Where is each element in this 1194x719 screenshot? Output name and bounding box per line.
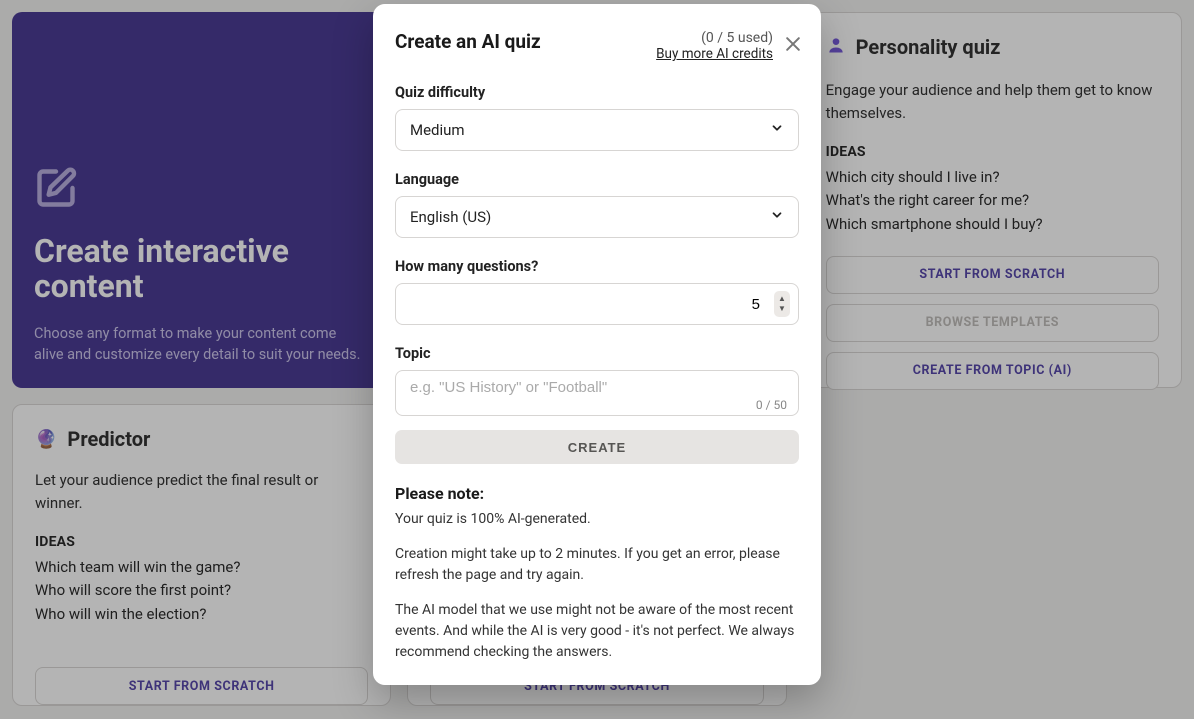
buy-credits-link[interactable]: Buy more AI credits	[656, 46, 773, 62]
language-value: English (US)	[410, 208, 491, 226]
note-paragraph: The AI model that we use might not be aw…	[395, 600, 799, 663]
questions-input[interactable]	[410, 296, 784, 313]
language-select[interactable]: English (US)	[395, 196, 799, 238]
note-paragraph: Creation might take up to 2 minutes. If …	[395, 544, 799, 586]
create-ai-quiz-modal: Create an AI quiz (0 / 5 used) Buy more …	[373, 4, 821, 685]
modal-overlay[interactable]: Create an AI quiz (0 / 5 used) Buy more …	[0, 0, 1194, 719]
modal-title: Create an AI quiz	[395, 30, 541, 53]
close-icon[interactable]	[783, 34, 803, 58]
spinner-up[interactable]: ▲	[778, 294, 786, 304]
chevron-down-icon	[770, 208, 784, 226]
credits-info: (0 / 5 used) Buy more AI credits	[656, 30, 773, 62]
note-title: Please note:	[395, 484, 799, 503]
topic-label: Topic	[395, 345, 799, 362]
language-label: Language	[395, 171, 799, 188]
difficulty-select[interactable]: Medium	[395, 109, 799, 151]
questions-label: How many questions?	[395, 258, 799, 275]
note-body: Your quiz is 100% AI-generated. Creation…	[395, 509, 799, 663]
topic-char-count: 0 / 50	[756, 398, 787, 412]
questions-input-wrap: ▲ ▼	[395, 283, 799, 325]
create-button[interactable]: CREATE	[395, 430, 799, 464]
number-spinner: ▲ ▼	[774, 291, 790, 317]
difficulty-label: Quiz difficulty	[395, 84, 799, 101]
note-paragraph: Your quiz is 100% AI-generated.	[395, 509, 799, 530]
spinner-down[interactable]: ▼	[778, 304, 786, 314]
chevron-down-icon	[770, 121, 784, 139]
difficulty-value: Medium	[410, 121, 465, 139]
topic-input[interactable]	[410, 379, 784, 396]
credits-used: (0 / 5 used)	[656, 30, 773, 46]
